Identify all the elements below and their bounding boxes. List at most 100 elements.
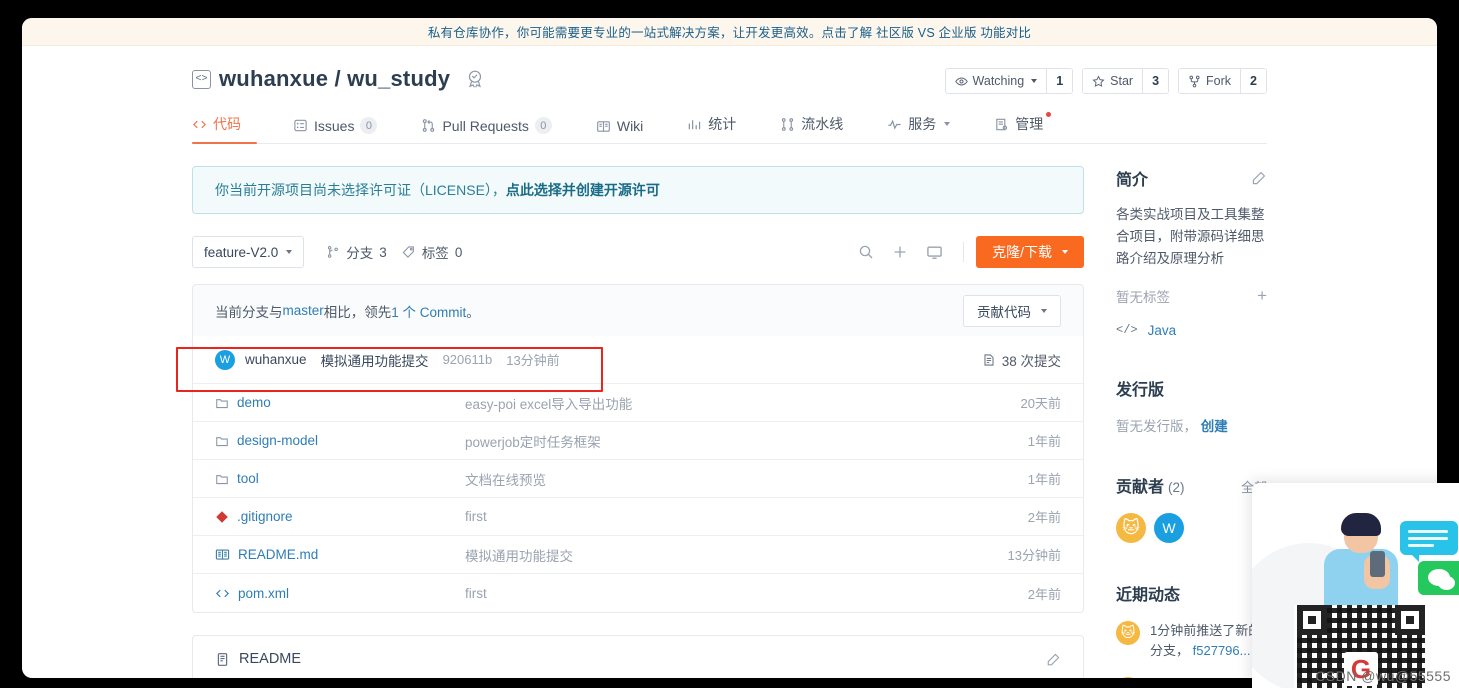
table-row[interactable]: pom.xml first 2年前 — [193, 574, 1083, 612]
sidebar-language-row[interactable]: </> Java — [1116, 323, 1267, 338]
tab-pipeline[interactable]: 流水线 — [758, 114, 865, 143]
star-label: Star — [1110, 74, 1134, 88]
top-promo-banner[interactable]: 私有仓库协作，你可能需要更专业的一站式解决方案，让开发更高效。点击了解 社区版 … — [22, 18, 1437, 46]
sidebar-contributors-title: 贡献者 (2) 全部 — [1116, 473, 1267, 497]
table-row[interactable]: demo easy-poi excel导入导出功能 20天前 — [193, 384, 1083, 422]
tab-statistics[interactable]: 统计 — [665, 114, 758, 143]
watching-button-group[interactable]: Watching 1 — [944, 68, 1074, 94]
promo-banner-text: 私有仓库协作，你可能需要更专业的一站式解决方案，让开发更高效。点击了解 社区版 … — [427, 26, 1032, 40]
tab-statistics-label: 统计 — [708, 116, 737, 132]
tab-wiki-label: Wiki — [616, 118, 644, 134]
sidebar-release-empty: 暂无发行版， — [1116, 418, 1197, 434]
table-row[interactable]: README.md 模拟通用功能提交 13分钟前 — [193, 536, 1083, 574]
tab-issues-count: 0 — [360, 117, 378, 134]
management-notification-dot — [1046, 112, 1052, 117]
page-title[interactable]: wuhanxue / wu_study — [219, 66, 450, 92]
issues-icon — [293, 118, 308, 133]
pipeline-icon — [780, 117, 795, 132]
commit-time: 13分钟前 — [506, 353, 560, 368]
file-time: 20天前 — [1020, 396, 1061, 411]
license-alert: 你当前开源项目尚未选择许可证（LICENSE）， 点此选择并创建开源许可 — [192, 166, 1084, 214]
file-name-cell[interactable]: tool — [215, 471, 465, 486]
star-icon — [1092, 74, 1105, 88]
avatar[interactable]: 🐱 — [1116, 620, 1140, 645]
table-row[interactable]: tool 文档在线预览 1年前 — [193, 460, 1083, 498]
tab-wiki[interactable]: Wiki — [574, 118, 665, 143]
fork-button[interactable]: Fork — [1179, 69, 1240, 93]
file-name-cell[interactable]: README.md — [215, 547, 465, 562]
compare-base-branch-link[interactable]: master — [283, 303, 324, 318]
contribute-code-button[interactable]: 贡献代码 — [963, 294, 1061, 327]
watching-count[interactable]: 1 — [1046, 69, 1073, 93]
contributors-count: (2) — [1168, 479, 1185, 495]
tags-link[interactable]: 标签 0 — [402, 242, 462, 262]
folder-icon — [215, 434, 229, 448]
edit-icon[interactable] — [1251, 170, 1267, 186]
readme-header: README — [193, 636, 1083, 678]
star-button[interactable]: Star — [1083, 69, 1142, 93]
sidebar-language-label: Java — [1147, 322, 1177, 338]
avatar[interactable]: 🐱 — [1116, 676, 1140, 678]
avatar[interactable]: 🐱 — [1116, 512, 1146, 543]
file-time: 2年前 — [1027, 510, 1061, 525]
activity-text: 1分钟前推送了新的 分支， f527796... — [1150, 621, 1267, 661]
file-name: demo — [237, 395, 271, 410]
promo-popup[interactable]: G — [1252, 483, 1459, 688]
branches-link[interactable]: 分支 3 — [326, 242, 387, 262]
star-count[interactable]: 3 — [1142, 69, 1169, 93]
commit-message[interactable]: 模拟通用功能提交 — [321, 350, 429, 370]
sidebar-release-block: 发行版 暂无发行版， 创建 — [1116, 376, 1267, 435]
file-time: 2年前 — [1027, 586, 1061, 602]
chat-bubble-icon — [1400, 521, 1458, 562]
pull-request-icon — [421, 118, 436, 133]
contributor-avatar-list: 🐱 W — [1116, 512, 1267, 543]
fork-button-group[interactable]: Fork 2 — [1178, 68, 1267, 94]
avatar[interactable]: W — [1154, 512, 1184, 543]
license-alert-text: 你当前开源项目尚未选择许可证（LICENSE）， — [215, 182, 506, 198]
add-file-icon[interactable] — [883, 237, 917, 267]
tags-label: 标签 — [421, 246, 449, 261]
commit-count[interactable]: 38 次提交 — [982, 350, 1061, 370]
tab-pull-requests[interactable]: Pull Requests 0 — [399, 117, 573, 143]
sidebar: 简介 各类实战项目及工具集整合项目，附带源码详细思路介绍及原理分析 暂无标签 +… — [1084, 144, 1267, 678]
clone-download-label: 克隆/下载 — [992, 244, 1052, 260]
table-row[interactable]: .gitignore first 2年前 — [193, 498, 1083, 536]
illustration-phone — [1370, 551, 1385, 577]
create-release-link[interactable]: 创建 — [1201, 419, 1228, 434]
edit-icon[interactable] — [1046, 652, 1061, 667]
repo-header-actions: Watching 1 Star 3 Fork 2 — [944, 68, 1267, 94]
commit-count-label: 38 次提交 — [1001, 353, 1061, 369]
star-button-group[interactable]: Star 3 — [1082, 68, 1170, 94]
code-icon: </> — [1116, 323, 1138, 338]
activity-icon — [887, 117, 902, 132]
activity-link[interactable]: f527796... — [1193, 643, 1251, 658]
tab-services[interactable]: 服务 — [865, 114, 972, 143]
license-alert-link[interactable]: 点此选择并创建开源许可 — [506, 180, 660, 200]
commit-sha[interactable]: 920611b — [443, 352, 493, 367]
fork-icon — [1188, 75, 1201, 88]
file-name-cell[interactable]: pom.xml — [215, 586, 465, 601]
commit-author[interactable]: wuhanxue — [245, 352, 307, 367]
web-ide-icon[interactable] — [917, 237, 951, 267]
compare-commits-link[interactable]: 1 个 Commit — [391, 301, 466, 321]
tab-pull-requests-count: 0 — [534, 117, 552, 134]
watching-label: Watching — [972, 74, 1025, 88]
watermark: CSDN @wu@55555 — [1315, 668, 1451, 684]
tab-code[interactable]: 代码 — [192, 114, 271, 144]
wechat-icon — [1418, 561, 1459, 595]
branch-toolbar: feature-V2.0 分支 3 标签 0 克隆/下载 — [192, 236, 1084, 268]
tab-management[interactable]: 管理 — [972, 112, 1065, 143]
file-name-cell[interactable]: design-model — [215, 433, 465, 448]
fork-count[interactable]: 2 — [1240, 69, 1266, 93]
tab-issues[interactable]: Issues 0 — [271, 117, 399, 143]
file-name-cell[interactable]: .gitignore — [215, 509, 465, 524]
table-row[interactable]: design-model powerjob定时任务框架 1年前 — [193, 422, 1083, 460]
add-tag-icon[interactable]: + — [1257, 287, 1267, 304]
search-icon[interactable] — [849, 237, 883, 267]
branch-selector[interactable]: feature-V2.0 — [192, 236, 305, 268]
tab-pull-requests-label: Pull Requests — [442, 117, 529, 134]
file-name-cell[interactable]: demo — [215, 395, 465, 410]
clone-download-button[interactable]: 克隆/下载 — [976, 236, 1084, 268]
file-browser-table: W wuhanxue 模拟通用功能提交 920611b 13分钟前 38 次提交… — [192, 336, 1084, 613]
watching-button[interactable]: Watching — [946, 69, 1047, 93]
